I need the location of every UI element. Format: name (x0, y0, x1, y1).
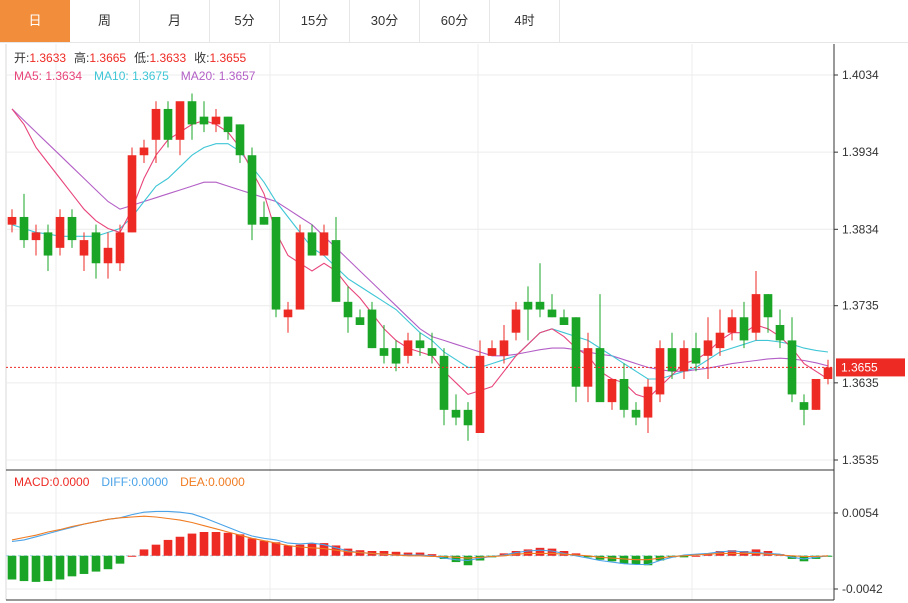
candle (451, 394, 461, 426)
candle (391, 340, 401, 372)
candle (823, 359, 833, 385)
macd-bar (139, 549, 149, 556)
macd-bar (211, 532, 221, 556)
y-tick-label: 1.3735 (842, 299, 879, 313)
candle (415, 332, 425, 356)
macd-bar (175, 536, 185, 556)
candle (655, 340, 665, 403)
candle (127, 147, 137, 233)
candle (379, 324, 389, 364)
macd-bar (307, 543, 317, 556)
candle (463, 402, 473, 441)
candle (727, 309, 737, 341)
candle (811, 378, 821, 410)
candle (523, 286, 533, 341)
candle (619, 363, 629, 418)
candle (67, 209, 77, 248)
macd-bar (31, 555, 41, 582)
macd-bar (379, 551, 389, 556)
candle (43, 224, 53, 271)
macd-bar (619, 555, 629, 564)
macd-bar (247, 538, 257, 556)
candle (487, 340, 497, 356)
macd-bar (19, 555, 29, 582)
macd-bar (115, 555, 125, 564)
candle (511, 301, 521, 341)
candle (559, 309, 569, 325)
macd-bar (547, 548, 557, 556)
candlesticks (7, 93, 833, 441)
candle (103, 232, 113, 279)
candle (283, 301, 293, 333)
candle (163, 101, 173, 148)
y-tick-label: 1.3934 (842, 145, 879, 159)
candle (799, 394, 809, 426)
macd-bar (55, 555, 65, 580)
candle (739, 301, 749, 349)
macd-bar (259, 540, 269, 556)
candle (199, 101, 209, 133)
price-chart: 1.4034 1.3934 1.3834 1.3735 1.3635 1.3535 0.00… (5, 44, 905, 601)
macd-bar (187, 533, 197, 556)
candle (703, 317, 713, 379)
y-tick-label: 1.3834 (842, 222, 879, 236)
candle (751, 270, 761, 341)
macd-bar (223, 532, 233, 556)
candle (715, 309, 725, 356)
candle (187, 93, 197, 140)
current-price-label: 1.3655 (841, 360, 878, 374)
candle (91, 224, 101, 279)
candle (595, 294, 605, 403)
macd-bar (163, 539, 173, 556)
macd-tick-label: 0.0054 (842, 506, 879, 520)
macd-bar (535, 547, 545, 556)
ohlc-legend: 开:1.3633 高:1.3665 低:1.3633 收:1.3655 (14, 50, 247, 65)
candle (79, 232, 89, 271)
candle (151, 101, 161, 163)
candle (355, 309, 365, 325)
macd-bar (7, 555, 17, 580)
candle (55, 209, 65, 256)
macd-bar (127, 555, 137, 557)
candle (295, 224, 305, 310)
macd-bar (43, 555, 53, 582)
candle (475, 340, 485, 433)
candle (787, 317, 797, 403)
candle (139, 139, 149, 163)
macd-bar (91, 555, 101, 572)
y-tick-label: 1.4034 (842, 68, 879, 82)
macd-bar (691, 555, 701, 557)
macd-bar (199, 532, 209, 556)
candle (607, 378, 617, 410)
macd-bar (235, 534, 245, 556)
y-tick-label: 1.3535 (842, 453, 879, 467)
candle (763, 294, 773, 333)
macd-bar (151, 544, 161, 556)
candle (679, 340, 689, 379)
candle (499, 324, 509, 364)
macd-bar (67, 555, 77, 577)
candle (235, 124, 245, 163)
candle (19, 193, 29, 248)
candle (343, 286, 353, 333)
macd-bar (103, 555, 113, 570)
candle (571, 317, 581, 403)
macd-bar (79, 555, 89, 574)
ma-legend: MA5: 1.3634 MA10: 1.3675 MA20: 1.3657 (14, 69, 256, 83)
macd-histogram (6, 532, 834, 582)
y-tick-label: 1.3635 (842, 376, 879, 390)
candle (211, 108, 221, 133)
macd-bar (283, 545, 293, 556)
candle (631, 402, 641, 426)
candle (535, 263, 545, 318)
candle (247, 147, 257, 241)
candle (271, 216, 281, 318)
macd-legend: MACD:0.0000 DIFF:0.0000 DEA:0.0000 (14, 475, 245, 489)
candle (403, 332, 413, 364)
candle (643, 378, 653, 433)
macd-tick-label: -0.0042 (842, 582, 883, 596)
candle (439, 348, 449, 426)
macd-bar (271, 542, 281, 556)
candle (175, 101, 185, 156)
